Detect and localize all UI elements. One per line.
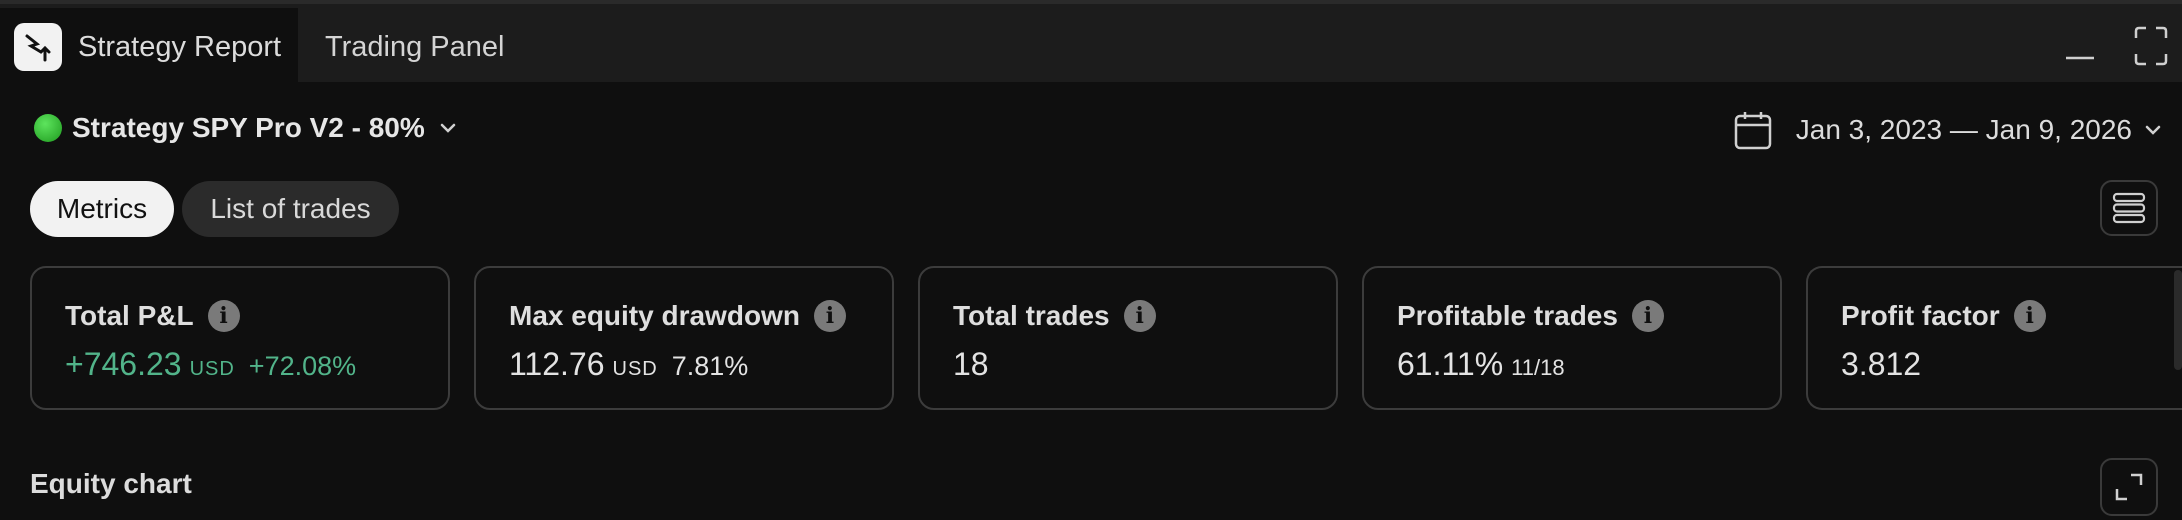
metric-card-total-trades: Total trades i 18 (918, 266, 1338, 410)
metric-title: Profitable trades (1397, 300, 1618, 331)
expand-chart-button[interactable] (2100, 458, 2158, 516)
strategy-selector[interactable]: Strategy SPY Pro V2 - 80% (34, 112, 457, 144)
info-icon[interactable]: i (2013, 300, 2046, 332)
metric-title: Total trades (953, 300, 1110, 331)
metric-value: 3.812 (1841, 346, 1922, 382)
tab-trading-panel-label: Trading Panel (325, 30, 505, 63)
horizontal-scrollbar[interactable] (2174, 270, 2182, 370)
tab-list-of-trades-label: List of trades (210, 193, 371, 224)
metric-percent: 7.81% (671, 351, 749, 381)
tab-strategy-report-label: Strategy Report (78, 30, 282, 63)
tab-trading-panel[interactable]: Trading Panel (325, 8, 504, 86)
chevron-down-icon (2145, 125, 2161, 135)
metric-unit: USD (612, 358, 658, 380)
equity-chart-title: Equity chart (30, 468, 192, 499)
calendar-icon (1734, 112, 1771, 150)
minimize-icon (2066, 56, 2094, 60)
metric-unit: USD (189, 358, 235, 380)
layout-menu-button[interactable] (2100, 180, 2158, 236)
metric-title: Total P&L (65, 300, 194, 331)
metric-value: 61.11% (1397, 346, 1504, 382)
info-icon[interactable]: i (207, 300, 240, 332)
metric-value: +746.23 (65, 346, 182, 382)
tab-list-of-trades[interactable]: List of trades (182, 181, 399, 237)
metric-title: Max equity drawdown (509, 300, 800, 331)
metric-percent: +72.08% (248, 351, 357, 381)
list-layout-icon (2112, 192, 2146, 224)
tab-metrics[interactable]: Metrics (30, 181, 174, 237)
maximize-button[interactable] (2134, 26, 2168, 66)
date-range-selector[interactable]: Jan 3, 2023 — Jan 9, 2026 (1734, 110, 2162, 150)
metric-card-total-pnl: Total P&L i +746.23 USD +72.08% (30, 266, 450, 410)
metric-value: 112.76 (509, 346, 605, 382)
maximize-icon (2134, 26, 2168, 66)
window-tab-bar: Strategy Report Trading Panel (0, 0, 2182, 86)
metric-card-profit-factor: Profit factor i 3.812 (1806, 266, 2182, 410)
info-icon[interactable]: i (1631, 300, 1664, 332)
info-icon[interactable]: i (1123, 300, 1156, 332)
date-range-label: Jan 3, 2023 — Jan 9, 2026 (1795, 114, 2132, 145)
app-logo-icon (14, 23, 62, 71)
metric-title: Profit factor (1841, 300, 2000, 331)
metric-card-profitable-trades: Profitable trades i 61.11% 11/18 (1362, 266, 1782, 410)
metric-value: 18 (953, 346, 989, 382)
strategy-name: Strategy SPY Pro V2 - 80% (72, 112, 425, 143)
metric-card-max-drawdown: Max equity drawdown i 112.76 USD 7.81% (474, 266, 894, 410)
tab-strategy-report[interactable]: Strategy Report (0, 8, 298, 86)
tab-metrics-label: Metrics (56, 193, 148, 224)
chevron-down-icon (440, 123, 455, 133)
info-icon[interactable]: i (813, 300, 846, 332)
minimize-button[interactable] (2064, 30, 2096, 62)
expand-icon (2115, 473, 2143, 501)
metric-ratio: 11/18 (1511, 355, 1565, 380)
status-dot-icon (34, 114, 62, 142)
